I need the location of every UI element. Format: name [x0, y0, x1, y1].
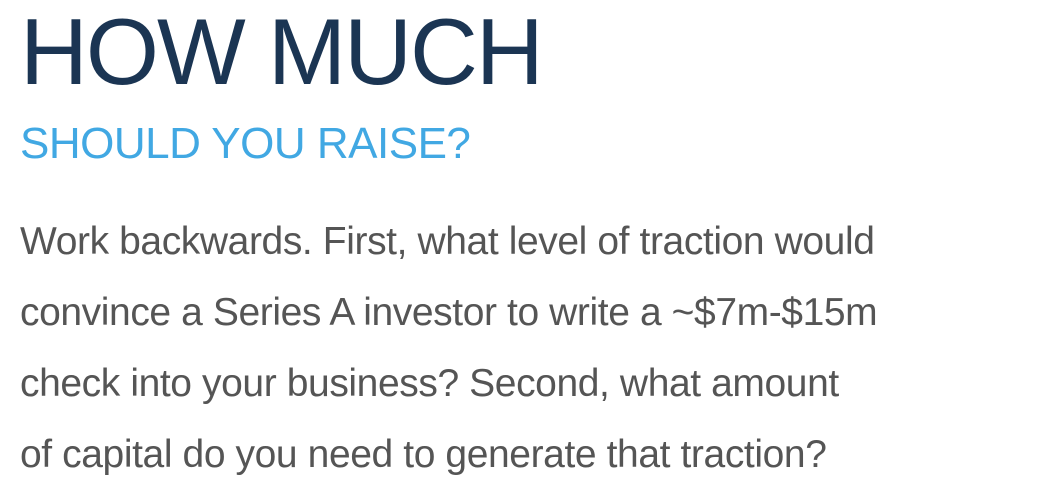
content-panel: HOW MUCH SHOULD YOU RAISE? Work backward…	[0, 0, 1044, 496]
body-line: check into your business? Second, what a…	[20, 362, 839, 405]
body-paragraph: Work backwards. First, what level of tra…	[20, 206, 878, 490]
sub-heading: SHOULD YOU RAISE?	[20, 119, 471, 168]
body-line: convince a Series A investor to write a …	[20, 291, 878, 334]
body-line: of capital do you need to generate that …	[20, 433, 827, 476]
body-line: Work backwards. First, what level of tra…	[20, 220, 875, 263]
main-heading: HOW MUCH	[20, 0, 544, 104]
